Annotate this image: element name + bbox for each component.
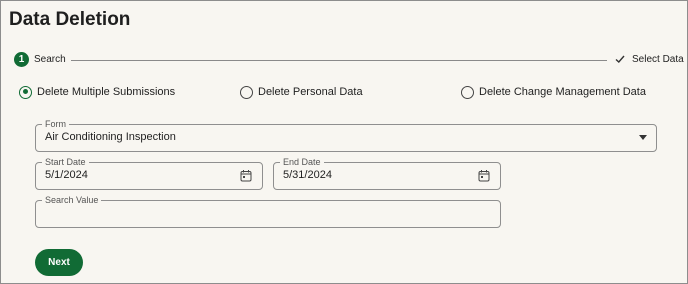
step-label-search: Search bbox=[34, 54, 66, 65]
start-date-field[interactable]: Start Date 5/1/2024 bbox=[35, 156, 263, 190]
page-title: Data Deletion bbox=[9, 9, 131, 30]
radio-selected-indicator[interactable] bbox=[19, 85, 32, 99]
calendar-icon[interactable] bbox=[240, 169, 252, 182]
form-select[interactable]: Form Air Conditioning Inspection bbox=[35, 118, 657, 152]
end-date-label: End Date bbox=[280, 156, 324, 168]
chevron-down-icon[interactable] bbox=[639, 135, 647, 140]
radio-unselected-indicator[interactable] bbox=[240, 85, 253, 99]
calendar-icon[interactable] bbox=[478, 169, 490, 182]
end-date-value: 5/31/2024 bbox=[283, 169, 332, 181]
search-value-label: Search Value bbox=[42, 194, 102, 206]
form-select-label: Form bbox=[42, 118, 69, 130]
start-date-value: 5/1/2024 bbox=[45, 169, 88, 181]
radio-delete-personal-data[interactable]: Delete Personal Data bbox=[240, 84, 363, 100]
stepper-connector bbox=[71, 60, 607, 61]
start-date-label: Start Date bbox=[42, 156, 89, 168]
search-value-input[interactable]: Search Value bbox=[35, 194, 501, 228]
radio-label: Delete Change Management Data bbox=[479, 86, 646, 98]
radio-label: Delete Personal Data bbox=[258, 86, 363, 98]
radio-delete-change-management-data[interactable]: Delete Change Management Data bbox=[461, 84, 646, 100]
radio-unselected-indicator[interactable] bbox=[461, 85, 474, 99]
check-icon bbox=[615, 55, 625, 63]
radio-label: Delete Multiple Submissions bbox=[37, 86, 176, 98]
step-number-badge: 1 bbox=[14, 52, 29, 67]
end-date-field[interactable]: End Date 5/31/2024 bbox=[273, 156, 501, 190]
step-label-select-data: Select Data bbox=[632, 54, 684, 65]
next-button[interactable]: Next bbox=[35, 249, 83, 276]
data-deletion-panel: Data Deletion 1 Search Select Data Delet… bbox=[0, 0, 688, 284]
radio-delete-multiple-submissions[interactable]: Delete Multiple Submissions bbox=[19, 84, 175, 100]
form-select-value: Air Conditioning Inspection bbox=[45, 131, 176, 143]
